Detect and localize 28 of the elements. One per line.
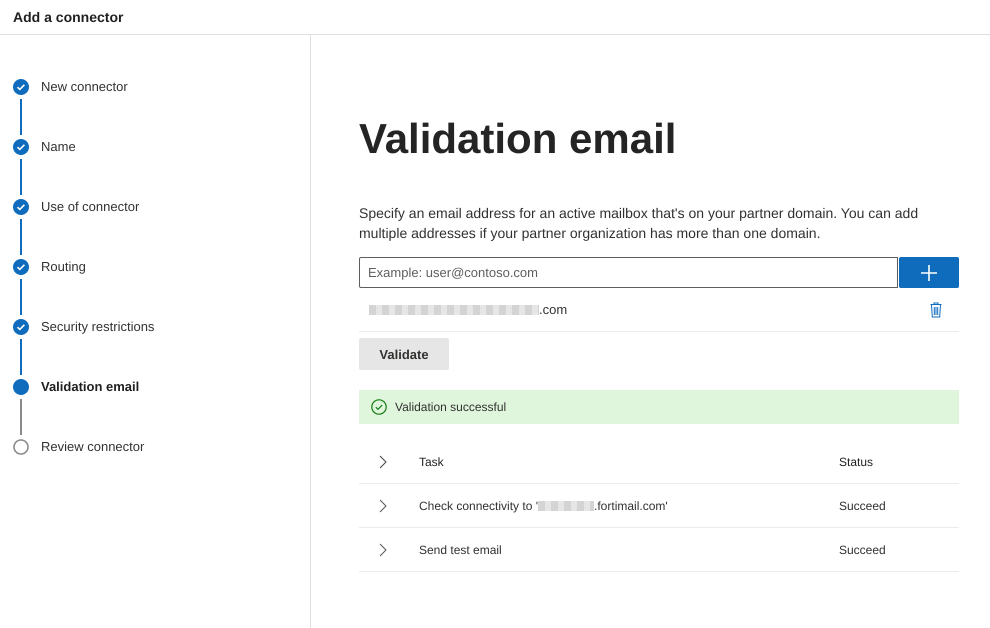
task-text: .fortimail.com' xyxy=(594,498,668,512)
trash-icon[interactable] xyxy=(930,302,942,318)
plus-icon xyxy=(920,264,938,282)
column-header: Status xyxy=(839,454,874,468)
status-text: Succeed xyxy=(839,542,886,556)
step-label[interactable]: Routing xyxy=(41,259,86,275)
window-title: Add a connector xyxy=(13,9,124,25)
column-header: Task xyxy=(419,454,445,468)
step-label[interactable]: New connector xyxy=(41,79,128,95)
chevron-right-icon[interactable] xyxy=(379,498,387,512)
step-label[interactable]: Security restrictions xyxy=(41,319,154,335)
status-text: Succeed xyxy=(839,498,886,512)
banner-text: Validation successful xyxy=(395,400,506,414)
description: Specify an email address for an active mailbox that's on your partner domain. You can add multiple addresses if your partner organization has more than one domain. xyxy=(359,204,920,243)
task-text: Send test email xyxy=(419,542,502,556)
email-field[interactable]: Example: user@contoso.com xyxy=(359,257,898,288)
page-heading: Validation email xyxy=(359,114,678,164)
chevron-right-icon[interactable] xyxy=(379,454,387,468)
step-label[interactable]: Validation email xyxy=(41,379,140,395)
email-address: .com xyxy=(539,302,568,317)
add-button[interactable] xyxy=(899,257,959,288)
step-label[interactable]: Name xyxy=(41,139,76,155)
chevron-right-icon[interactable] xyxy=(379,542,387,556)
step-label[interactable]: Use of connector xyxy=(41,199,140,215)
check-circle-icon xyxy=(371,399,387,415)
validate-button[interactable]: Validate xyxy=(359,338,449,370)
task-text: Check connectivity to ' xyxy=(419,498,538,512)
step-label[interactable]: Review connector xyxy=(41,439,144,455)
